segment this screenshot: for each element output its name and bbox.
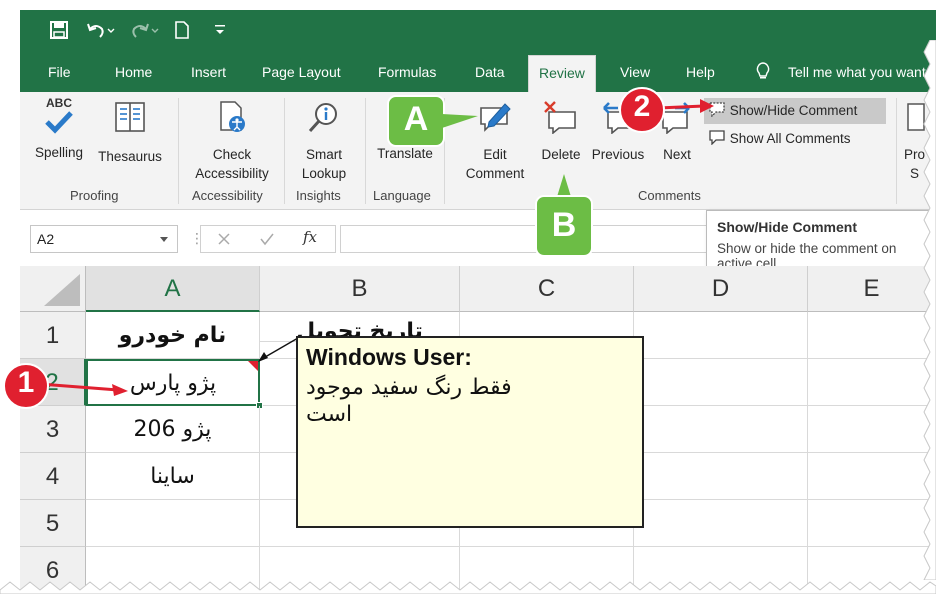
cancel-icon[interactable] [217, 232, 231, 246]
row-header-3[interactable]: 3 [20, 406, 86, 453]
cell-a4[interactable]: ساینا [86, 453, 260, 500]
badge-a-label: A [403, 100, 429, 138]
badge-2: 2 [614, 86, 714, 138]
ribbon-separator [896, 98, 897, 204]
previous-label: Previous [591, 147, 645, 162]
ribbon-tabs: File Home Insert Page Layout Formulas Da… [20, 50, 936, 92]
tab-home[interactable]: Home [115, 62, 152, 92]
group-insights-label: Insights [296, 188, 341, 203]
smart-label: Smart [305, 147, 342, 162]
tooltip-line1: Show or hide the comment on [717, 241, 897, 256]
checkmark-icon [45, 111, 73, 134]
row-header-4[interactable]: 4 [20, 453, 86, 500]
enter-check-icon[interactable] [259, 232, 275, 246]
tooltip-title: Show/Hide Comment [717, 219, 858, 235]
row-header-5[interactable]: 5 [20, 500, 86, 547]
title-bar [20, 10, 936, 50]
ribbon-separator [365, 98, 366, 204]
group-proofing-label: Proofing [70, 188, 119, 203]
next-label: Next [663, 147, 691, 162]
spelling-abc-label: ABC [46, 96, 72, 110]
tell-me-box[interactable]: Tell me what you want [788, 62, 926, 92]
formula-bar-buttons: fx [200, 225, 336, 253]
book-icon [115, 102, 145, 132]
new-document-icon[interactable] [174, 10, 190, 50]
tab-page-layout[interactable]: Page Layout [262, 62, 341, 92]
smart-lookup-button[interactable]: Smart Lookup [290, 100, 358, 183]
cell-a3[interactable]: پژو 206 [86, 406, 260, 453]
column-header-e[interactable]: E [808, 266, 936, 312]
tab-data[interactable]: Data [475, 62, 505, 92]
tab-review[interactable]: Review [528, 55, 596, 92]
tab-formulas[interactable]: Formulas [378, 62, 436, 92]
column-header-d[interactable]: D [634, 266, 808, 312]
chevron-down-icon[interactable] [159, 236, 169, 244]
tab-insert[interactable]: Insert [191, 62, 226, 92]
comment-label: Comment [465, 166, 525, 181]
delete-label: Delete [541, 147, 581, 162]
group-accessibility-label: Accessibility [192, 188, 263, 203]
accessibility-check-icon [220, 101, 245, 132]
show-all-comments-label: Show All Comments [729, 131, 851, 146]
delete-comment-icon [544, 101, 576, 135]
comment-author: Windows User: [306, 344, 472, 370]
torn-edge-bottom [0, 581, 936, 594]
show-hide-comment-button[interactable]: Show/Hide Comment [704, 98, 886, 124]
badge-b: B [534, 172, 594, 260]
group-language-label: Language [373, 188, 431, 203]
ribbon-separator [178, 98, 179, 204]
formula-input[interactable] [340, 225, 720, 253]
edit-comment-icon [480, 103, 511, 132]
comment-text-line2: است [306, 402, 353, 427]
accessibility-label: Accessibility [195, 166, 269, 181]
check-label: Check [212, 147, 252, 162]
name-box-value: A2 [37, 231, 55, 247]
column-header-a[interactable]: A [86, 266, 260, 312]
badge-a: A [386, 94, 480, 148]
torn-edge-right [923, 40, 936, 580]
row-header-1[interactable]: 1 [20, 312, 86, 359]
smart-lookup-icon [308, 103, 337, 133]
thesaurus-button[interactable]: Thesaurus [92, 100, 168, 166]
select-all-corner[interactable] [20, 266, 86, 312]
badge-1-label: 1 [17, 366, 35, 399]
worksheet-grid: A B C D E 1 2 3 4 5 6 نام خودرو تاریخ تح… [20, 266, 936, 594]
lightbulb-icon [756, 62, 770, 92]
ribbon-separator [284, 98, 285, 204]
undo-icon[interactable] [86, 10, 116, 50]
check-accessibility-button[interactable]: Check Accessibility [186, 100, 278, 183]
tab-file[interactable]: File [48, 62, 71, 92]
badge-2-label: 2 [633, 90, 651, 123]
show-hide-comment-label: Show/Hide Comment [729, 103, 858, 118]
customize-qat-icon[interactable] [214, 10, 226, 50]
cell-a1[interactable]: نام خودرو [86, 312, 260, 359]
insert-function-icon[interactable]: fx [303, 228, 317, 246]
spelling-label: Spelling [34, 145, 84, 160]
thesaurus-label: Thesaurus [98, 149, 162, 164]
excel-window: File Home Insert Page Layout Formulas Da… [0, 0, 936, 594]
badge-1: 1 [0, 360, 130, 412]
comment-text-line1: فقط رنگ سفید موجود [306, 375, 512, 400]
name-box[interactable]: A2 [30, 225, 178, 253]
column-header-c[interactable]: C [460, 266, 634, 312]
save-icon[interactable] [50, 10, 68, 50]
delete-comment-button[interactable]: Delete [536, 100, 586, 164]
badge-b-label: B [551, 206, 577, 244]
redo-icon[interactable] [130, 10, 160, 50]
show-all-comments-button[interactable]: Show All Comments [704, 128, 886, 152]
group-comments-label: Comments [638, 188, 701, 203]
column-header-b[interactable]: B [260, 266, 460, 312]
spelling-button[interactable]: ABC Spelling [28, 96, 90, 162]
lookup-label: Lookup [301, 166, 347, 181]
comment-box[interactable]: Windows User: فقط رنگ سفید موجود است [296, 336, 644, 528]
